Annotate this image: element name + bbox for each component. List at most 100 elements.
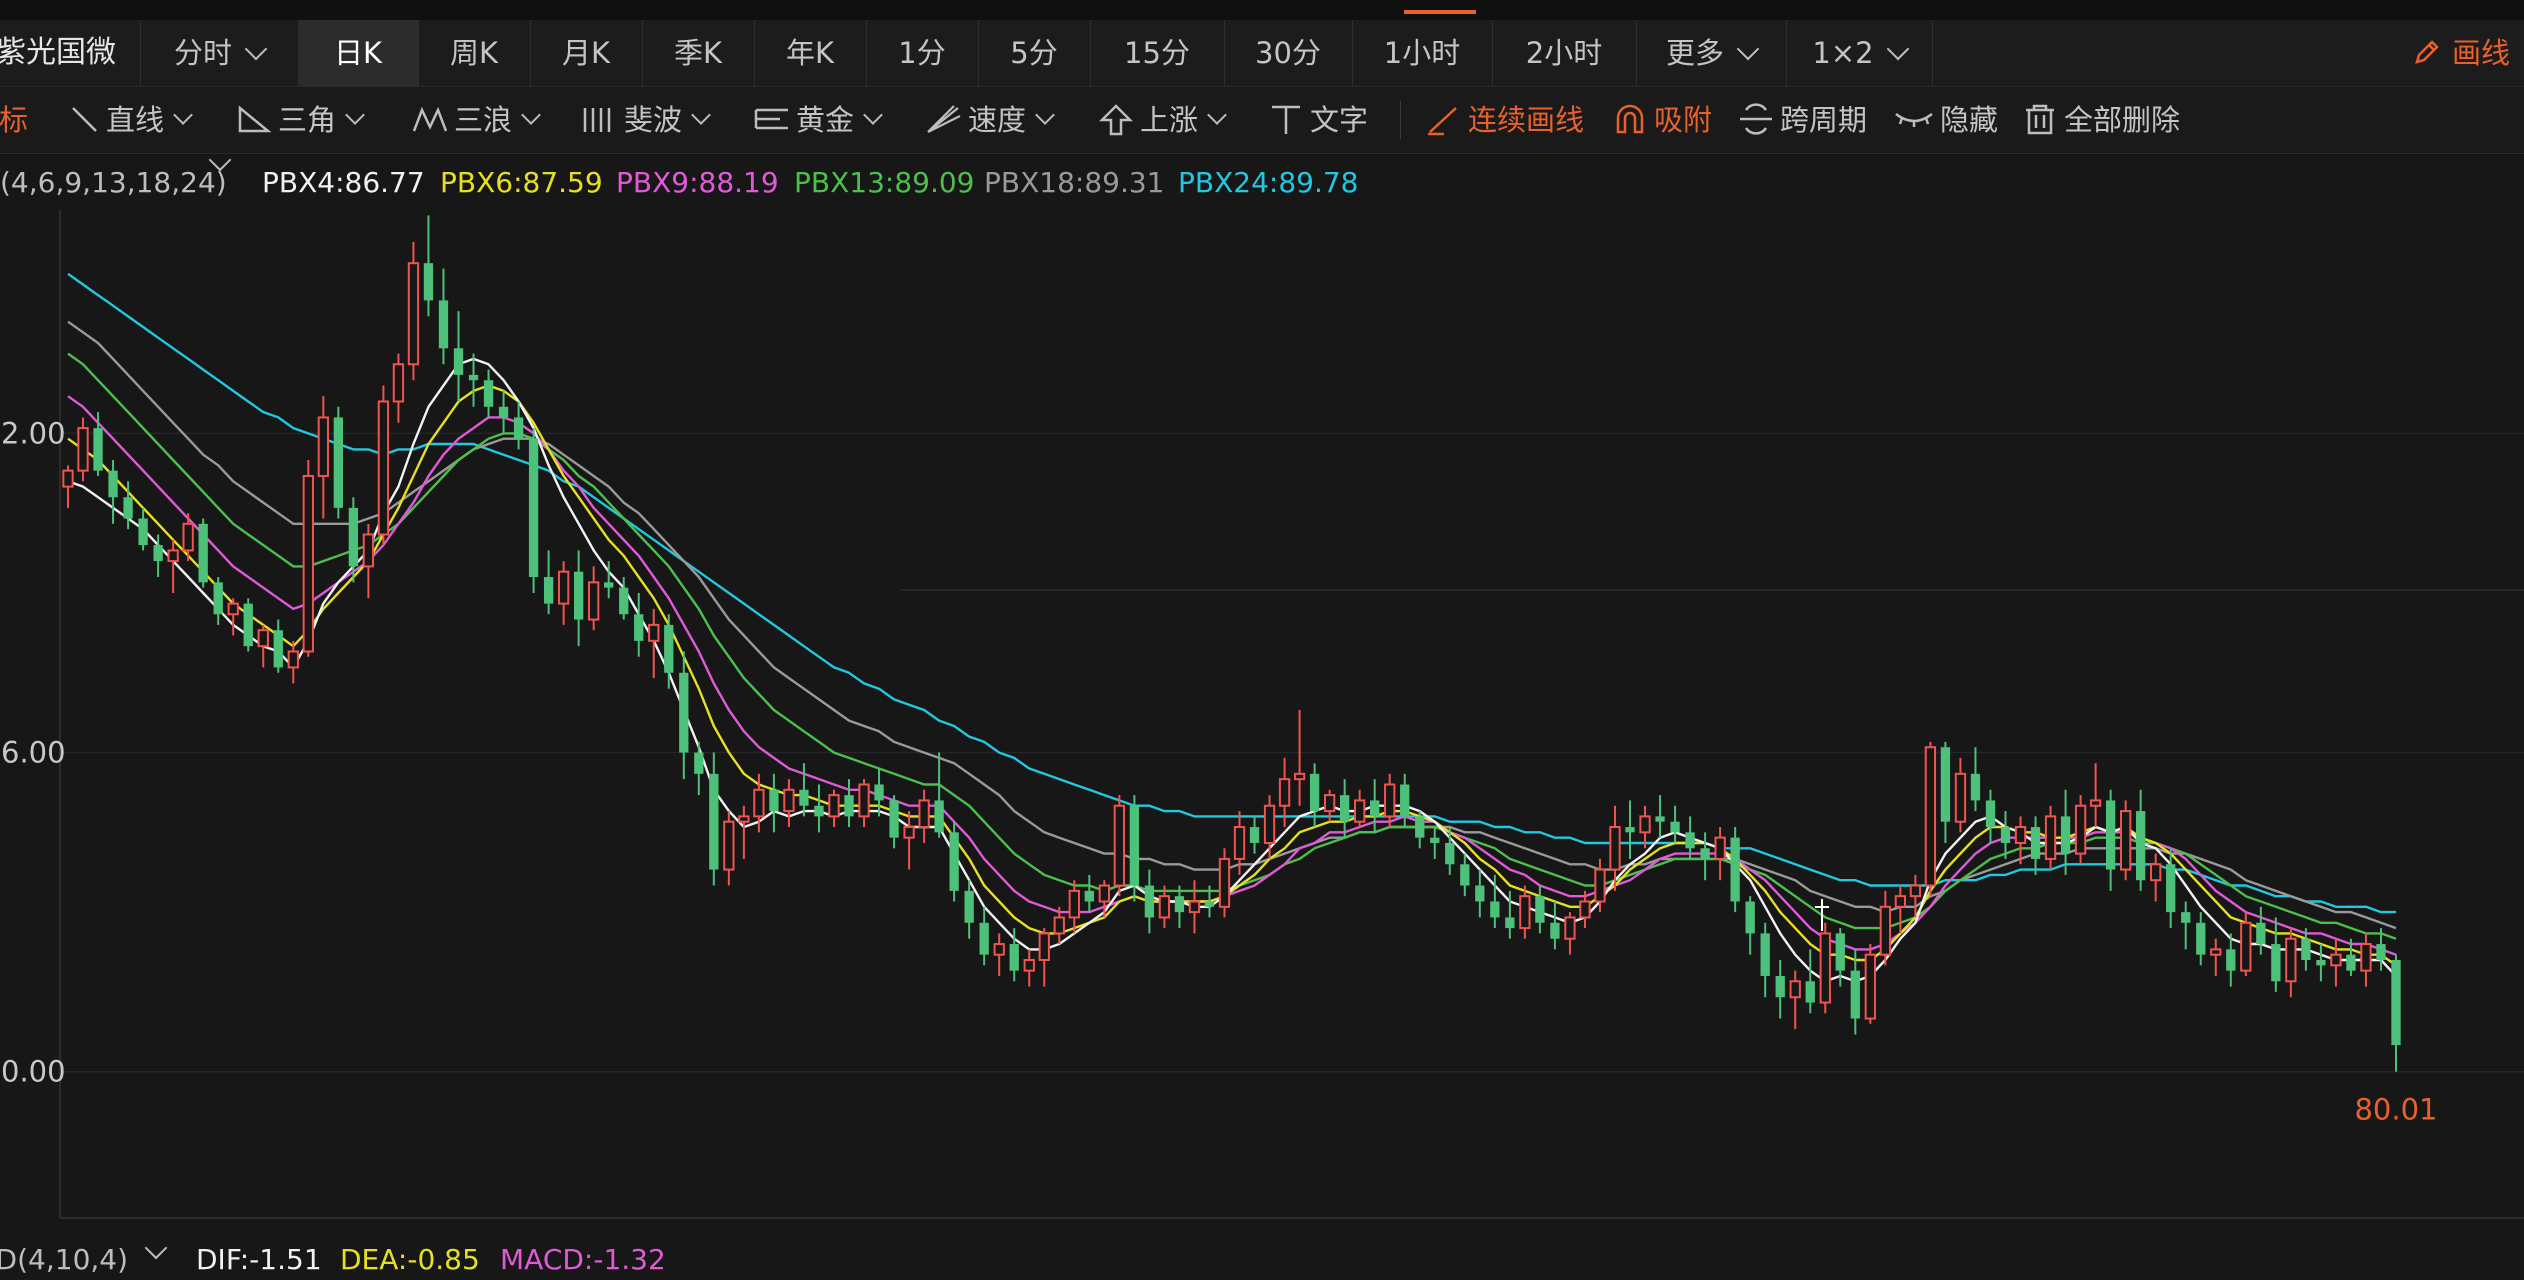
candle-body-up xyxy=(828,794,840,818)
kline-chart[interactable]: 2.00 6.00 0.00 80.01 xyxy=(0,210,2524,1240)
pencil-icon xyxy=(2415,40,2439,64)
candle-body-down xyxy=(694,752,704,774)
tab-1min[interactable]: 1分 xyxy=(866,20,979,86)
hide-eye-icon xyxy=(1895,112,1933,127)
candle-body-down xyxy=(1430,837,1440,843)
candle-body-down xyxy=(543,577,554,604)
candle-body-up xyxy=(1113,804,1126,887)
tool-text[interactable]: 文字 xyxy=(1266,87,1368,153)
tab-layout[interactable]: 1×2 xyxy=(1786,20,1933,86)
draw-line-label: 画线 xyxy=(2452,36,2511,70)
macd-params[interactable]: CD(4,10,4) xyxy=(0,1240,128,1280)
legend-pbx24: PBX24:89.78 xyxy=(1178,166,1359,199)
wave-tool-icon xyxy=(412,106,448,132)
candle-body-down xyxy=(1745,901,1755,934)
candle-body-down xyxy=(2060,816,2071,854)
candle-body-down xyxy=(949,832,959,891)
candle-body-up xyxy=(2014,826,2027,844)
tab-day-k[interactable]: 日K xyxy=(298,20,419,86)
tab-1hour[interactable]: 1小时 xyxy=(1352,20,1493,86)
tool-three-wave[interactable]: 三浪 xyxy=(410,87,541,153)
tool-hide[interactable]: 隐藏 xyxy=(1892,87,1998,153)
y-tick-label: 0.00 xyxy=(1,1055,66,1089)
candle-body-up xyxy=(2210,948,2222,956)
indicator-params[interactable]: (4,6,9,13,18,24) xyxy=(0,154,227,212)
tool-fib-label: 斐波 xyxy=(624,103,683,137)
draw-line-button[interactable]: 画线 xyxy=(2402,20,2524,86)
candle-body-down xyxy=(2030,827,2041,859)
candle-body-up xyxy=(302,474,314,653)
candle-body-down xyxy=(453,348,464,375)
continuous-line-icon xyxy=(1428,107,1457,136)
tool-line[interactable]: 直线 xyxy=(68,87,193,153)
candle-body-down xyxy=(1550,922,1560,939)
candle-body-down xyxy=(1700,848,1710,859)
candle-body-up xyxy=(1354,799,1366,823)
y-tick-label: 2.00 xyxy=(1,416,66,450)
candle-body-down xyxy=(1370,800,1380,817)
candle-body-up xyxy=(1954,772,1967,823)
candle-body-up xyxy=(918,799,930,829)
stock-chart-page: 紫光国微 分时 日K 周K 月K 季K 年K 1分 5分 15分 30分 1小时… xyxy=(0,0,2524,1280)
candle-body-down xyxy=(2226,949,2236,971)
tool-cross-period[interactable]: 跨周期 xyxy=(1736,87,1867,153)
candle-body-down xyxy=(1655,816,1665,822)
tab-15min[interactable]: 15分 xyxy=(1090,20,1225,86)
candle-body-down xyxy=(2105,800,2116,870)
tool-gold[interactable]: 黄金 xyxy=(752,87,883,153)
tab-5min[interactable]: 5分 xyxy=(978,20,1091,86)
candle-body-up xyxy=(1188,900,1201,914)
tool-cursor[interactable]: 鼠标 xyxy=(0,87,28,153)
tool-triangle-label: 三角 xyxy=(278,103,337,137)
candle-body-down xyxy=(1760,933,1770,976)
candle-body-down xyxy=(2256,922,2266,945)
chevron-down-icon xyxy=(1886,37,1909,61)
tool-speed-label: 速度 xyxy=(968,103,1027,137)
tool-delete-all[interactable]: 全部删除 xyxy=(2020,87,2180,153)
tool-speed[interactable]: 速度 xyxy=(924,87,1055,153)
tool-rise-label: 上涨 xyxy=(1140,103,1199,137)
candle-body-down xyxy=(2316,960,2326,966)
candle-body-down xyxy=(243,603,253,647)
candle-body-down xyxy=(1144,885,1155,918)
candle-body-up xyxy=(1864,953,1876,1020)
tool-continuous-line[interactable]: 连续画线 xyxy=(1424,87,1584,153)
candle-body-down xyxy=(964,890,974,923)
tool-snap[interactable]: 吸附 xyxy=(1610,87,1712,153)
candle-body-up xyxy=(1218,857,1231,908)
tool-line-label: 直线 xyxy=(106,103,165,137)
tab-week-k[interactable]: 周K xyxy=(418,20,531,86)
tab-2hour[interactable]: 2小时 xyxy=(1492,20,1637,86)
tab-label: 1分 xyxy=(898,36,946,70)
tab-timeshare[interactable]: 分时 xyxy=(140,20,299,86)
tool-triangle[interactable]: 三角 xyxy=(234,87,365,153)
candle-body-down xyxy=(574,571,584,620)
candle-body-down xyxy=(2346,954,2356,971)
candle-body-up xyxy=(1609,826,1621,871)
series-line-pbx4 xyxy=(67,357,2397,983)
candle-body-up xyxy=(317,416,329,477)
candle-body-up xyxy=(1068,889,1080,919)
candle-body-up xyxy=(1158,895,1171,919)
candle-body-down xyxy=(348,507,359,567)
chevron-down-icon xyxy=(691,105,711,125)
chart-markers: 80.01 xyxy=(1815,899,2438,1127)
trash-icon xyxy=(2026,104,2054,135)
candle-body-up xyxy=(257,629,269,648)
candle-body-up xyxy=(287,650,299,669)
candle-body-down xyxy=(138,518,148,546)
tab-year-k[interactable]: 年K xyxy=(754,20,867,86)
candle-body-up xyxy=(1233,826,1246,860)
candle-body-down xyxy=(604,582,614,588)
candle-body-down xyxy=(1309,773,1320,812)
tab-quarter-k[interactable]: 季K xyxy=(642,20,755,86)
tab-month-k[interactable]: 月K xyxy=(530,20,643,86)
candle-body-down xyxy=(1009,944,1019,971)
candle-body-down xyxy=(1249,827,1260,843)
tab-more[interactable]: 更多 xyxy=(1636,20,1787,86)
tab-30min[interactable]: 30分 xyxy=(1224,20,1353,86)
tab-label: 15分 xyxy=(1124,36,1190,70)
tool-fib[interactable]: 斐波 xyxy=(580,87,711,153)
tool-rise[interactable]: 上涨 xyxy=(1096,87,1227,153)
candle-body-down xyxy=(123,497,133,519)
